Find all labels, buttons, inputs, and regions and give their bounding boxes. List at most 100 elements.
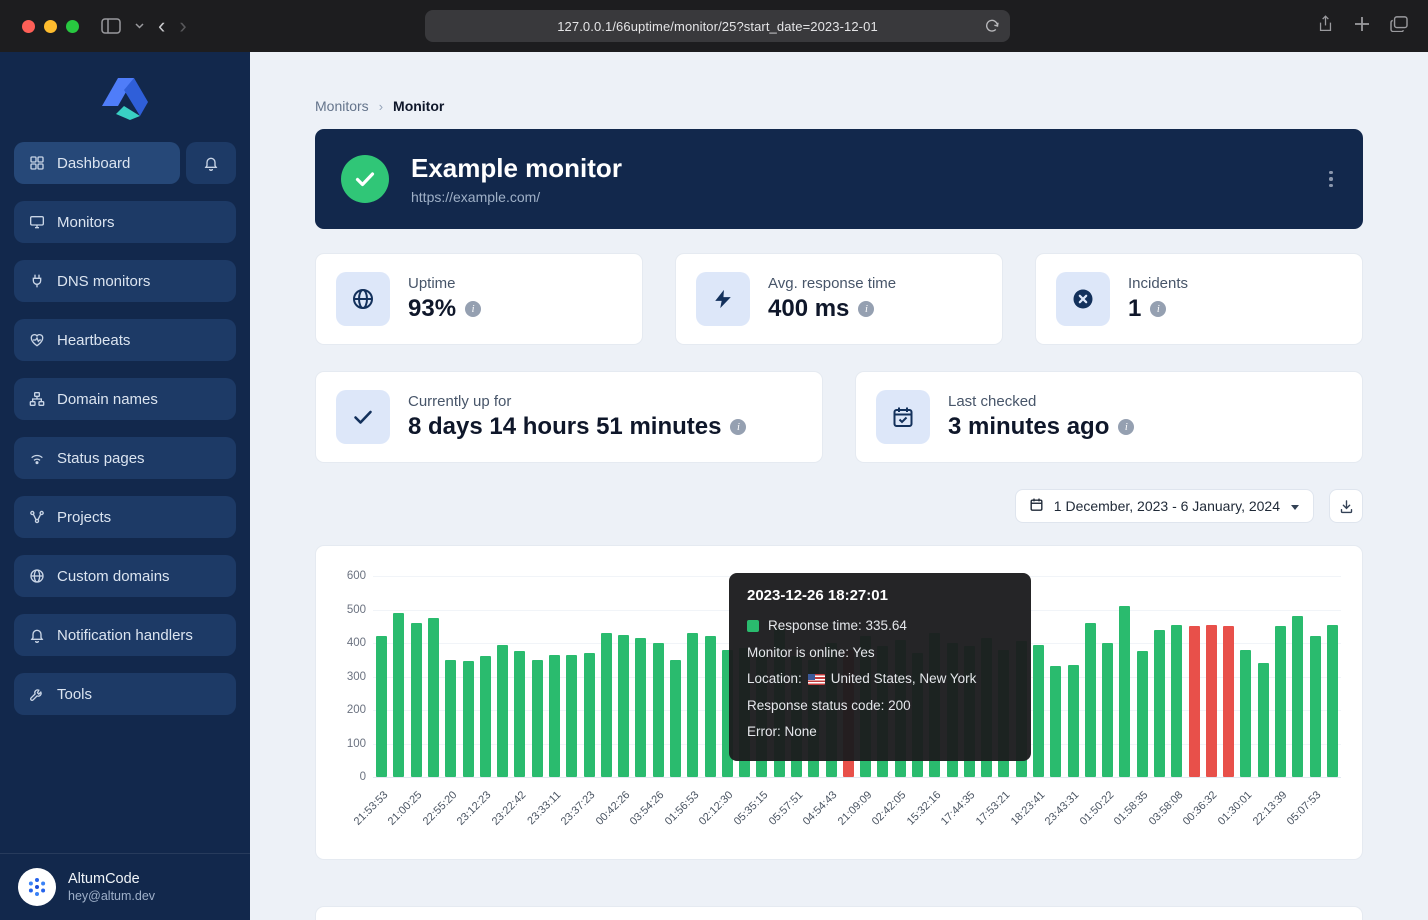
back-button[interactable]: ‹ <box>158 15 165 37</box>
sidebar-toggle-icon[interactable] <box>101 18 121 34</box>
date-range-label: 1 December, 2023 - 6 January, 2024 <box>1054 498 1280 514</box>
sidebar-item-tools[interactable]: Tools <box>14 673 236 715</box>
caret-down-icon <box>1290 498 1300 514</box>
sidebar-item-monitors[interactable]: Monitors <box>14 201 236 243</box>
sidebar-item-label: Status pages <box>57 450 145 467</box>
y-tick-label: 100 <box>324 738 366 750</box>
notifications-button[interactable] <box>186 142 236 184</box>
monitor-url[interactable]: https://example.com/ <box>411 189 622 205</box>
chart-bar[interactable] <box>705 636 716 777</box>
chart-x-axis: 21:53:5321:00:2522:55:2023:12:2323:22:42… <box>373 785 1341 855</box>
chart-bar[interactable] <box>376 636 387 777</box>
chart-bar[interactable] <box>514 651 525 777</box>
chart-bar[interactable] <box>1119 606 1130 777</box>
chart-bar[interactable] <box>1206 625 1217 777</box>
app-logo[interactable] <box>0 52 250 142</box>
chart-bar[interactable] <box>532 660 543 777</box>
sidebar-item-domain-names[interactable]: Domain names <box>14 378 236 420</box>
close-window-button[interactable] <box>22 20 35 33</box>
chart-bar[interactable] <box>428 618 439 777</box>
date-range-picker[interactable]: 1 December, 2023 - 6 January, 2024 <box>1015 489 1314 523</box>
chart-bar[interactable] <box>635 638 646 777</box>
chart-bar[interactable] <box>393 613 404 777</box>
info-icon[interactable] <box>1118 419 1134 435</box>
info-icon[interactable] <box>730 419 746 435</box>
share-icon[interactable] <box>1317 14 1334 39</box>
tooltip-location-value: United States, New York <box>831 666 977 693</box>
chart-bar[interactable] <box>480 656 491 777</box>
sidebar-item-dns-monitors[interactable]: DNS monitors <box>14 260 236 302</box>
chart-bar[interactable] <box>1258 663 1269 777</box>
sidebar-item-projects[interactable]: Projects <box>14 496 236 538</box>
last-checked-value: 3 minutes ago <box>948 413 1109 441</box>
chart-bar[interactable] <box>618 635 629 777</box>
chart-bar[interactable] <box>670 660 681 777</box>
download-chart-button[interactable] <box>1329 489 1363 523</box>
address-bar[interactable]: 127.0.0.1/66uptime/monitor/25?start_date… <box>425 10 1010 42</box>
chart-bar[interactable] <box>463 661 474 777</box>
chart-bar[interactable] <box>1033 645 1044 777</box>
chart-bar[interactable] <box>411 623 422 777</box>
info-icon[interactable] <box>858 301 874 317</box>
sidebar-item-notification-handlers[interactable]: Notification handlers <box>14 614 236 656</box>
zoom-window-button[interactable] <box>66 20 79 33</box>
info-icon[interactable] <box>1150 301 1166 317</box>
tooltip-online: Monitor is online: Yes <box>747 640 875 667</box>
chart-bar[interactable] <box>1050 666 1061 777</box>
breadcrumb-monitors-link[interactable]: Monitors <box>315 98 369 114</box>
chart-bar[interactable] <box>1310 636 1321 777</box>
chart-bar[interactable] <box>549 655 560 777</box>
sidebar-item-status-pages[interactable]: Status pages <box>14 437 236 479</box>
chart-bar[interactable] <box>1275 626 1286 777</box>
chart-bar[interactable] <box>1240 650 1251 777</box>
dashboard-grid-icon <box>28 155 45 172</box>
chart-bar[interactable] <box>1223 626 1234 777</box>
network-icon <box>28 509 45 526</box>
chart-bar[interactable] <box>497 645 508 777</box>
info-icon[interactable] <box>465 301 481 317</box>
chart-bar[interactable] <box>601 633 612 777</box>
series-color-chip <box>747 620 759 632</box>
chart-bar[interactable] <box>1171 625 1182 777</box>
response-time-value: 400 ms <box>768 295 849 323</box>
stat-label: Uptime <box>408 275 481 292</box>
calendar-check-icon <box>876 390 930 444</box>
chart-bar[interactable] <box>1102 643 1113 777</box>
chart-bar[interactable] <box>445 660 456 777</box>
chart-bar[interactable] <box>653 643 664 777</box>
chart-bar[interactable] <box>1189 626 1200 777</box>
minimize-window-button[interactable] <box>44 20 57 33</box>
chart-bar[interactable] <box>1085 623 1096 777</box>
chart-bar[interactable] <box>687 633 698 777</box>
chart-bar[interactable] <box>1068 665 1079 777</box>
sidebar-item-label: Domain names <box>57 391 158 408</box>
y-tick-label: 0 <box>324 771 366 783</box>
stat-label: Incidents <box>1128 275 1188 292</box>
chart-bar[interactable] <box>1327 625 1338 777</box>
tab-overview-icon[interactable] <box>1390 16 1408 37</box>
chart-bar[interactable] <box>584 653 595 777</box>
breadcrumb: Monitors › Monitor <box>315 98 1363 114</box>
account-footer[interactable]: AltumCode hey@altum.dev <box>0 853 250 920</box>
tooltip-status-code: Response status code: 200 <box>747 693 911 720</box>
monitor-icon <box>28 214 45 231</box>
chart-bar[interactable] <box>566 655 577 777</box>
chart-bar[interactable] <box>1154 630 1165 777</box>
account-name: AltumCode <box>68 871 155 887</box>
x-tick-label: 21:53:53 <box>351 789 390 828</box>
sidebar-item-dashboard[interactable]: Dashboard <box>14 142 180 184</box>
response-time-chart[interactable]: 0100200300400500600 21:53:5321:00:2522:5… <box>315 545 1363 860</box>
kebab-menu-icon[interactable] <box>1321 163 1341 195</box>
sidebar-item-label: Notification handlers <box>57 627 193 644</box>
chevron-down-icon[interactable] <box>135 23 144 29</box>
sidebar-item-heartbeats[interactable]: Heartbeats <box>14 319 236 361</box>
reload-icon[interactable] <box>984 17 1000 40</box>
chart-bar[interactable] <box>1137 651 1148 777</box>
forward-button[interactable]: › <box>179 15 186 37</box>
chart-bar[interactable] <box>1292 616 1303 777</box>
new-tab-icon[interactable] <box>1354 16 1370 37</box>
globe-icon <box>28 568 45 585</box>
sidebar-item-custom-domains[interactable]: Custom domains <box>14 555 236 597</box>
tooltip-location-prefix: Location: <box>747 666 802 693</box>
breadcrumb-separator-icon: › <box>379 99 383 114</box>
